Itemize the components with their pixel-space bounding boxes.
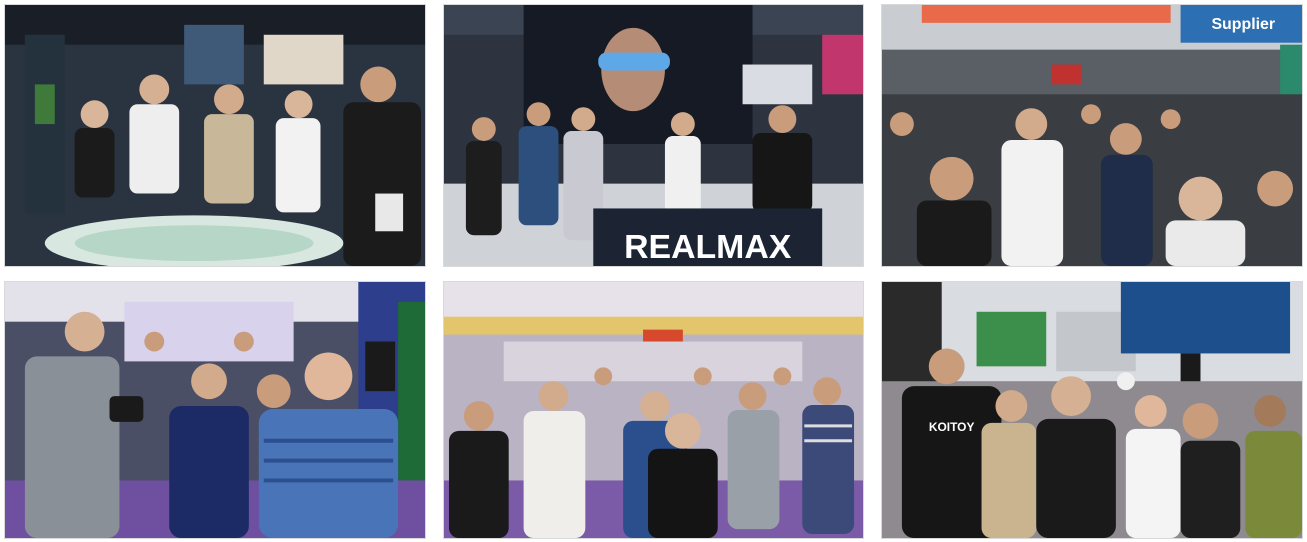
realmax-sign-text: REALMAX [624, 228, 792, 266]
photo-2-image: REALMAX [444, 5, 863, 266]
photo-5-image [444, 282, 863, 538]
photo-3-image: Supplier [882, 5, 1302, 266]
photo-display-screen-crowd: KOITOY [881, 281, 1303, 539]
shirt-text: KOITOY [929, 420, 975, 434]
photo-4-image [5, 282, 425, 538]
photo-interactive-table [4, 4, 426, 267]
photo-hall-aisle [443, 281, 864, 539]
photo-collage: REALMAX Supplier KOITOY [0, 0, 1307, 542]
photo-crowded-aisle: Supplier [881, 4, 1303, 267]
photo-visitors-camera [4, 281, 426, 539]
photo-realmax-booth: REALMAX [443, 4, 864, 267]
supplier-sign-text: Supplier [1211, 16, 1275, 33]
photo-1-image [5, 5, 425, 266]
photo-6-image: KOITOY [882, 282, 1302, 538]
